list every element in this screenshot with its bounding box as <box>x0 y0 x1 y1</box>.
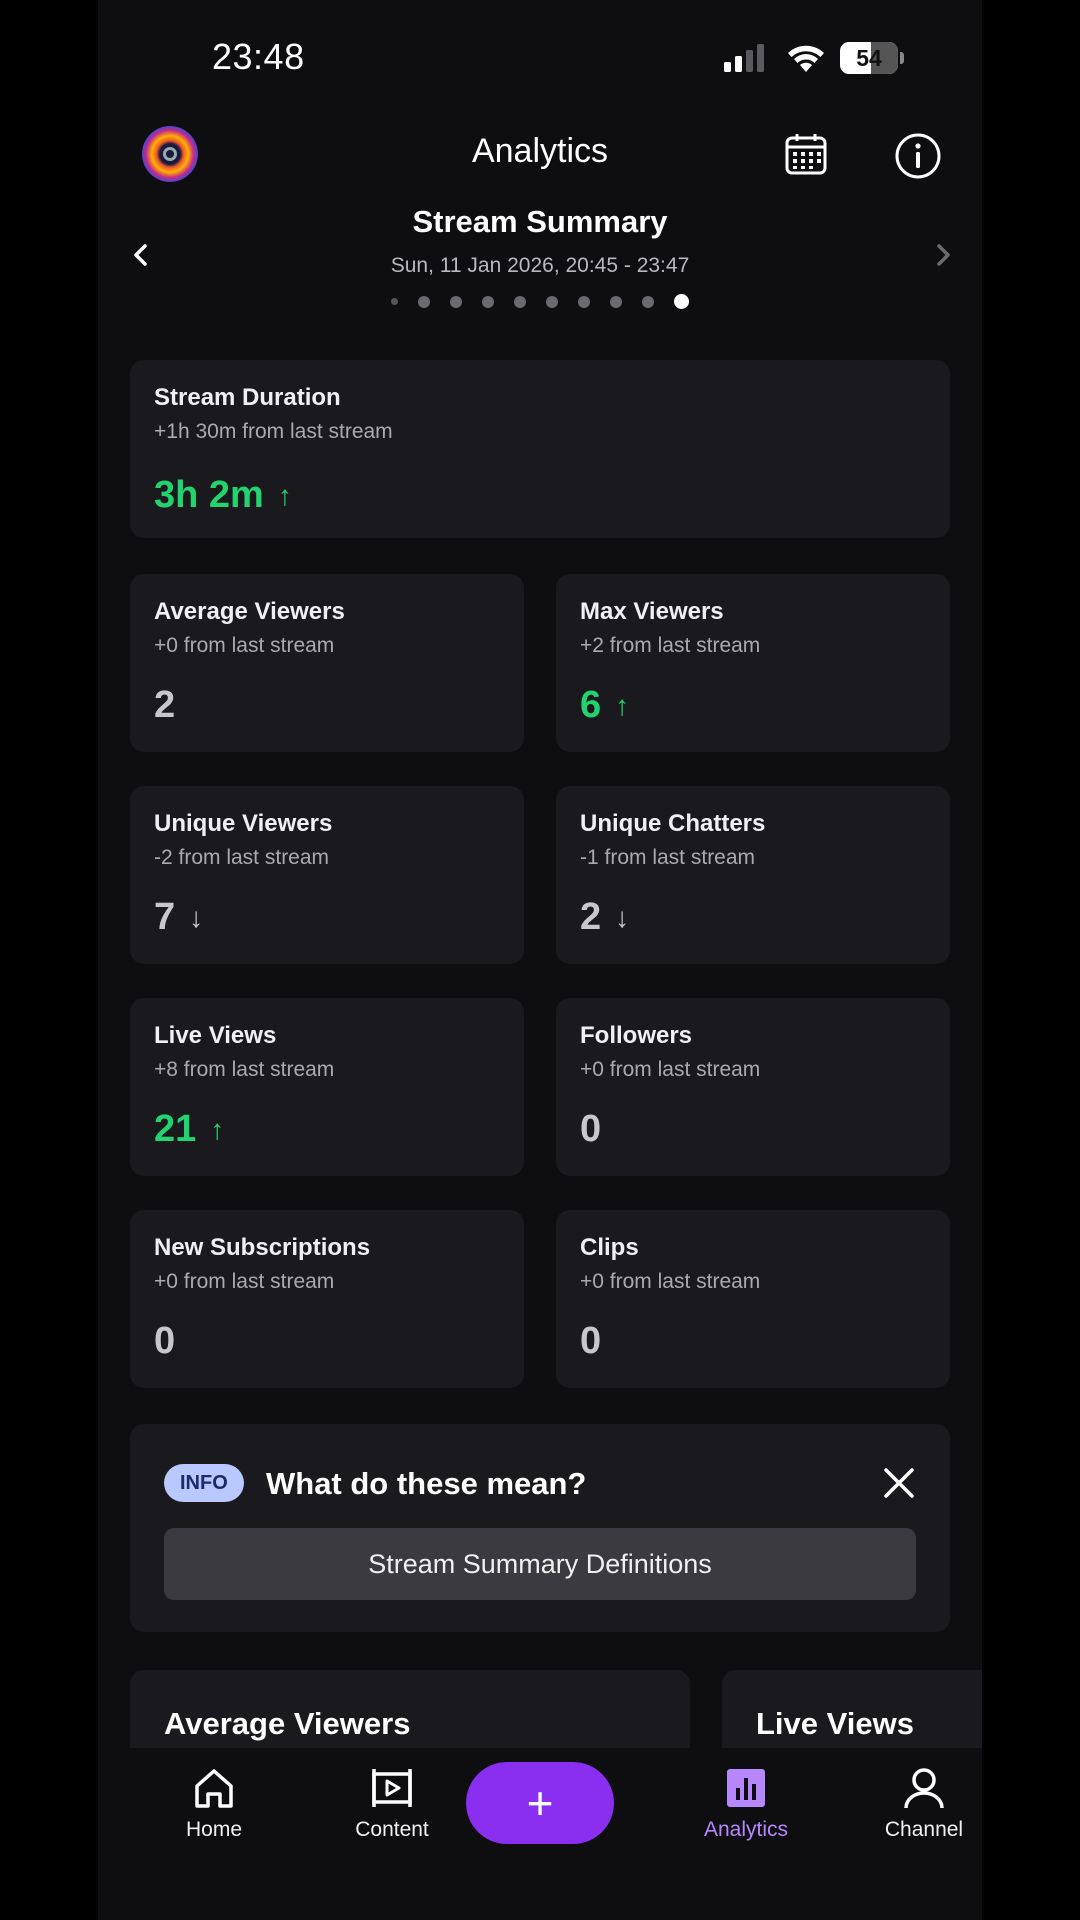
stat-value: 3h 2m <box>154 474 264 516</box>
stat-value-row: 21 ↑ <box>154 1108 500 1151</box>
stat-value-row: 2 <box>154 684 500 727</box>
page-dot[interactable] <box>482 295 494 308</box>
stat-title: Live Views <box>154 1022 277 1049</box>
arrow-up-icon: ↑ <box>277 479 292 511</box>
analytics-icon <box>727 1769 765 1807</box>
stat-change: +0 from last stream <box>154 1270 335 1293</box>
page-dot-active[interactable] <box>674 294 689 309</box>
stat-value: 7 <box>154 896 176 938</box>
page-dot[interactable] <box>450 295 462 308</box>
create-button[interactable]: + <box>466 1762 614 1844</box>
stat-value: 2 <box>580 896 602 938</box>
calendar-icon[interactable] <box>784 132 828 176</box>
stat-card-unique-viewers: Unique Viewers -2 from last stream 7 ↓ <box>130 786 524 964</box>
nav-label: Channel <box>884 1818 964 1841</box>
page-dot[interactable] <box>391 298 398 305</box>
stat-value: 6 <box>580 684 602 726</box>
arrow-up-icon: ↑ <box>210 1113 225 1145</box>
stat-change: +0 from last stream <box>580 1270 761 1293</box>
summary-title: Stream Summary <box>412 204 668 239</box>
page-dot[interactable] <box>514 295 526 308</box>
stat-title: New Subscriptions <box>154 1234 371 1261</box>
definitions-button[interactable]: Stream Summary Definitions <box>164 1528 916 1600</box>
stat-value-row: 0 <box>580 1108 926 1151</box>
arrow-down-icon: ↓ <box>615 901 630 933</box>
stat-value-row: 0 <box>580 1320 926 1363</box>
stat-value: 2 <box>154 684 176 726</box>
stat-card-new-subscriptions: New Subscriptions +0 from last stream 0 <box>130 1210 524 1388</box>
stat-value-row: 6 ↑ <box>580 684 926 727</box>
stat-value-row: 3h 2m ↑ <box>154 474 926 517</box>
wifi-icon <box>788 45 824 72</box>
nav-content[interactable]: Content <box>322 1766 462 1842</box>
stat-change: -1 from last stream <box>580 846 756 869</box>
app-screen: 23:48 54 Analytics Stream Summary Sun, 1… <box>98 0 982 1920</box>
nav-home[interactable]: Home <box>144 1766 284 1842</box>
nav-label: Content <box>355 1818 429 1841</box>
stat-change: +0 from last stream <box>154 634 335 657</box>
chevron-left-icon[interactable] <box>126 240 156 270</box>
page-indicator <box>98 294 982 309</box>
stat-change: +1h 30m from last stream <box>154 420 393 443</box>
stat-value: 0 <box>580 1108 602 1150</box>
stat-change: +0 from last stream <box>580 1058 761 1081</box>
page-dot[interactable] <box>610 295 622 308</box>
info-question: What do these mean? <box>266 1466 587 1501</box>
user-icon <box>904 1768 944 1809</box>
stat-value-row: 2 ↓ <box>580 896 926 939</box>
battery-icon: 54 <box>840 42 906 74</box>
nav-analytics[interactable]: Analytics <box>676 1766 816 1842</box>
stat-card-max-viewers: Max Viewers +2 from last stream 6 ↑ <box>556 574 950 752</box>
stat-change: +2 from last stream <box>580 634 761 657</box>
battery-percent: 54 <box>856 45 882 71</box>
close-icon[interactable] <box>882 1466 916 1500</box>
arrow-up-icon: ↑ <box>615 689 630 721</box>
stat-title: Stream Duration <box>154 384 341 411</box>
stat-card-live-views: Live Views +8 from last stream 21 ↑ <box>130 998 524 1176</box>
nav-label: Home <box>185 1818 243 1841</box>
chevron-right-icon[interactable] <box>928 240 958 270</box>
content-icon <box>372 1769 412 1807</box>
stat-card-average-viewers: Average Viewers +0 from last stream 2 <box>130 574 524 752</box>
nav-channel[interactable]: Channel <box>854 1766 982 1842</box>
arrow-down-icon: ↓ <box>189 901 204 933</box>
cellular-signal-icon <box>724 44 764 72</box>
stat-title: Unique Chatters <box>580 810 766 837</box>
page-dot[interactable] <box>546 295 558 308</box>
carousel-card-title: Average Viewers <box>164 1706 411 1741</box>
stat-card-stream-duration: Stream Duration +1h 30m from last stream… <box>130 360 950 538</box>
stat-value-row: 0 <box>154 1320 500 1363</box>
page-dot[interactable] <box>418 295 430 308</box>
nav-label: Analytics <box>703 1818 789 1841</box>
stat-value: 21 <box>154 1108 197 1150</box>
stat-title: Followers <box>580 1022 693 1049</box>
carousel-card-title: Live Views <box>756 1706 914 1741</box>
home-icon <box>195 1769 233 1808</box>
page-dot[interactable] <box>642 295 654 308</box>
stat-change: +8 from last stream <box>154 1058 335 1081</box>
summary-date-range: Sun, 11 Jan 2026, 20:45 - 23:47 <box>390 254 690 277</box>
stat-value: 0 <box>154 1320 176 1362</box>
info-icon[interactable] <box>894 132 942 180</box>
stat-title: Max Viewers <box>580 598 724 625</box>
stat-value-row: 7 ↓ <box>154 896 500 939</box>
info-card: INFO What do these mean? Stream Summary … <box>130 1424 950 1632</box>
page-dot[interactable] <box>578 295 590 308</box>
stat-card-followers: Followers +0 from last stream 0 <box>556 998 950 1176</box>
stat-title: Clips <box>580 1234 639 1261</box>
stat-card-unique-chatters: Unique Chatters -1 from last stream 2 ↓ <box>556 786 950 964</box>
stat-title: Unique Viewers <box>154 810 333 837</box>
stat-value: 0 <box>580 1320 602 1362</box>
stat-title: Average Viewers <box>154 598 345 625</box>
stat-change: -2 from last stream <box>154 846 330 869</box>
status-time: 23:48 <box>212 36 305 77</box>
stat-card-clips: Clips +0 from last stream 0 <box>556 1210 950 1388</box>
info-badge: INFO <box>164 1464 244 1502</box>
page-title: Analytics <box>471 132 609 170</box>
